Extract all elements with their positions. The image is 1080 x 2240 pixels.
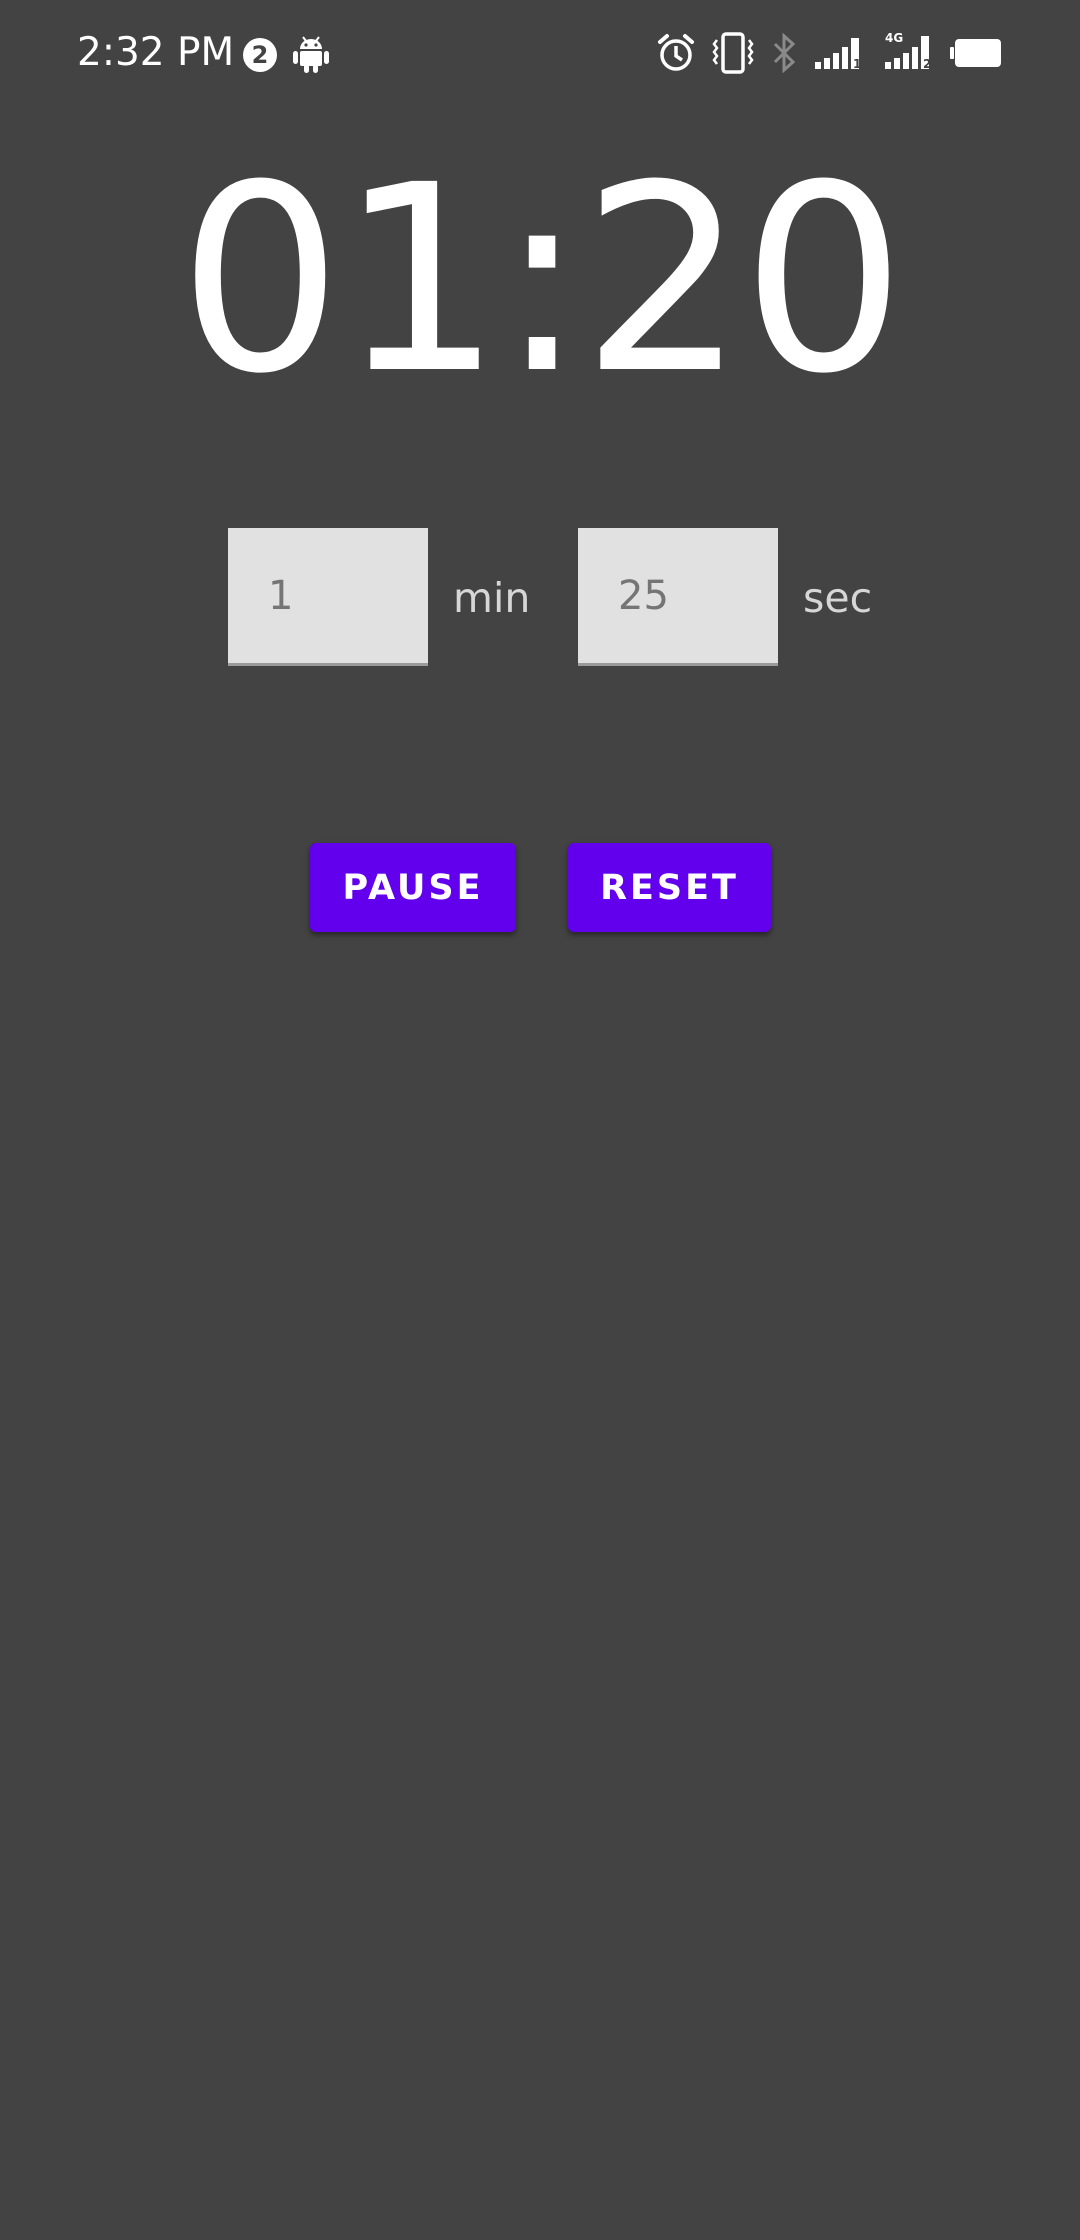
- minutes-input[interactable]: [228, 528, 428, 663]
- minutes-field[interactable]: [228, 528, 428, 666]
- seconds-unit-label: sec: [803, 574, 873, 622]
- status-time: 2:32 PM: [77, 30, 235, 75]
- alarm-icon: [658, 34, 694, 71]
- battery-icon: [950, 39, 1001, 67]
- timer-display: 01:20: [178, 130, 906, 430]
- signal-sim2-4g-icon: 4G 2: [885, 31, 931, 70]
- minutes-unit-label: min: [453, 574, 531, 622]
- sim1-label: 1: [853, 57, 861, 70]
- signal-sim1-icon: 1: [815, 38, 861, 70]
- android-icon: [293, 36, 329, 73]
- seconds-input[interactable]: [578, 528, 778, 663]
- seconds-field[interactable]: [578, 528, 778, 666]
- notification-count-badge: 2: [243, 38, 277, 72]
- network-type-label: 4G: [885, 31, 903, 45]
- timer-screen: 2:32 PM 2 1 4G 2 01:20 1 min 25 sec PAUS…: [0, 0, 1080, 2240]
- status-bar: 2:32 PM 2 1 4G 2: [0, 0, 1080, 110]
- reset-button[interactable]: RESET: [568, 843, 771, 932]
- pause-button[interactable]: PAUSE: [310, 843, 516, 932]
- bluetooth-icon: [773, 32, 796, 74]
- sim2-label: 2: [923, 57, 931, 70]
- vibrate-icon: [712, 32, 754, 74]
